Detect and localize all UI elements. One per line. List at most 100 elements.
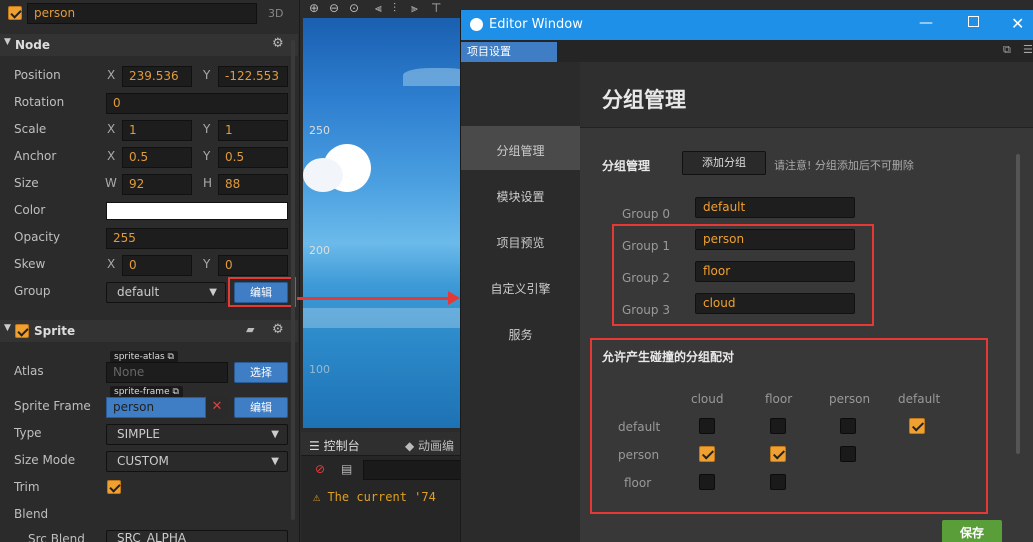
node-section-title: Node: [15, 38, 51, 52]
annotation-arrow: [297, 297, 452, 300]
annotation-arrowhead: [448, 291, 460, 305]
console-log-text: The current '74: [327, 490, 436, 504]
scene-viewport[interactable]: 250 200 100: [303, 18, 461, 428]
gear-icon[interactable]: ⚙: [272, 322, 284, 337]
node-name-input[interactable]: person: [27, 3, 257, 24]
zoom-fit-icon[interactable]: ⊙: [349, 1, 359, 15]
color-swatch[interactable]: [106, 202, 288, 220]
sprite-section-title: Sprite: [34, 324, 76, 338]
console-log-line: ⚠ The current '74: [313, 490, 436, 504]
size-h-input[interactable]: 88: [218, 174, 288, 195]
console-tab-bar: ☰ 控制台 ◆ 动画编: [301, 432, 461, 456]
warning-icon: ⚠: [313, 490, 328, 504]
chevron-down-icon: ▼: [209, 287, 217, 298]
blend-label: Blend: [14, 507, 49, 521]
popout-icon[interactable]: ⧉: [1003, 43, 1011, 57]
scale-x-input[interactable]: 1: [122, 120, 192, 141]
src-blend-select-value: SRC_ALPHA: [117, 531, 187, 542]
position-y-axis: Y: [203, 68, 211, 82]
node-section-header[interactable]: ▼ Node ⚙: [0, 34, 298, 56]
rotation-input[interactable]: 0: [106, 93, 288, 114]
size-w-input[interactable]: 92: [122, 174, 192, 195]
sprite-frame-edit-button[interactable]: 编辑: [234, 397, 288, 418]
group-select[interactable]: default ▼: [106, 282, 226, 303]
skew-x-input[interactable]: 0: [122, 255, 192, 276]
clear-icon[interactable]: ✕: [206, 397, 228, 418]
add-group-button[interactable]: 添加分组: [682, 151, 766, 175]
group-0-input[interactable]: default: [695, 197, 855, 218]
color-label: Color: [14, 203, 46, 217]
console-icon: ☰: [309, 439, 324, 453]
type-select-value: SIMPLE: [117, 427, 161, 441]
editor-window: Editor Window — ✕ 项目设置 ⧉ ☰ 分组管理 模块设置 项目预…: [460, 10, 1033, 542]
position-x-axis: X: [107, 68, 116, 82]
position-label: Position: [14, 68, 61, 82]
trim-checkbox[interactable]: [107, 480, 121, 494]
clear-console-icon[interactable]: ⊘: [315, 462, 325, 476]
size-mode-select[interactable]: CUSTOM ▼: [106, 451, 288, 472]
gear-icon[interactable]: ⚙: [272, 36, 284, 51]
align-top-icon[interactable]: ⊤: [431, 1, 441, 15]
atlas-select-button[interactable]: 选择: [234, 362, 288, 383]
mode-3d-toggle[interactable]: 3D: [268, 7, 283, 20]
node-active-checkbox[interactable]: [8, 6, 22, 20]
atlas-label: Atlas: [14, 364, 44, 378]
anchor-y-input[interactable]: 0.5: [218, 147, 288, 168]
skew-x-axis: X: [107, 257, 116, 271]
position-y-input[interactable]: -122.553: [218, 66, 288, 87]
nav-item-preview[interactable]: 项目预览: [461, 234, 580, 251]
nav-item-modules[interactable]: 模块设置: [461, 188, 580, 205]
sprite-frame-tag-text: sprite-frame: [114, 387, 170, 397]
highlight-box: [612, 224, 874, 326]
log-file-icon[interactable]: ▤: [341, 462, 352, 476]
inspector-scrollbar[interactable]: [291, 40, 295, 520]
zoom-in-icon[interactable]: ⊕: [309, 1, 319, 15]
cloud-part: [303, 158, 343, 192]
sprite-frame-input[interactable]: person: [106, 397, 206, 418]
window-titlebar[interactable]: Editor Window — ✕: [461, 10, 1033, 40]
opacity-input[interactable]: 255: [106, 228, 288, 249]
zoom-out-icon[interactable]: ⊖: [329, 1, 339, 15]
anchor-x-input[interactable]: 0.5: [122, 147, 192, 168]
sprite-enabled-checkbox[interactable]: [15, 324, 29, 338]
maximize-icon[interactable]: [968, 16, 979, 27]
app-logo-icon: [470, 18, 483, 31]
settings-content: 分组管理 分组管理 添加分组 请注意! 分组添加后不可删除 Group 0 de…: [580, 62, 1033, 542]
src-blend-select[interactable]: SRC_ALPHA: [106, 530, 288, 542]
align-right-icon[interactable]: ⫸: [411, 1, 418, 16]
align-center-icon[interactable]: ⫶: [393, 1, 396, 16]
size-mode-label: Size Mode: [14, 453, 76, 467]
console-filter-input[interactable]: [363, 460, 461, 480]
ruler-100: 100: [309, 363, 330, 376]
scale-x-axis: X: [107, 122, 116, 136]
atlas-input[interactable]: None: [106, 362, 228, 383]
skew-y-input[interactable]: 0: [218, 255, 288, 276]
menu-icon[interactable]: ☰: [1023, 43, 1033, 56]
align-left-icon[interactable]: ⫷: [375, 1, 382, 16]
cloud-sprite[interactable]: [303, 140, 373, 194]
type-select[interactable]: SIMPLE ▼: [106, 424, 288, 445]
group-note: 请注意! 分组添加后不可删除: [774, 159, 914, 172]
book-icon[interactable]: ▰: [246, 323, 254, 336]
scale-y-axis: Y: [203, 122, 211, 136]
content-scrollbar[interactable]: [1016, 154, 1020, 454]
nav-item-group-mgmt[interactable]: 分组管理: [461, 142, 580, 159]
link-icon: ⧉: [169, 387, 179, 397]
animation-tab-label: 动画编: [418, 439, 455, 453]
nav-item-services[interactable]: 服务: [461, 326, 580, 343]
tab-project-settings[interactable]: 项目设置: [461, 42, 557, 62]
opacity-label: Opacity: [14, 230, 61, 244]
close-icon[interactable]: ✕: [1011, 14, 1024, 33]
minimize-icon[interactable]: —: [919, 15, 933, 31]
position-x-input[interactable]: 239.536: [122, 66, 192, 87]
group-0-label: Group 0: [622, 207, 670, 221]
size-mode-select-value: CUSTOM: [117, 454, 169, 468]
animation-tab[interactable]: ◆ 动画编: [405, 437, 454, 454]
nav-item-custom-engine[interactable]: 自定义引擎: [461, 280, 580, 297]
scale-label: Scale: [14, 122, 47, 136]
scale-y-input[interactable]: 1: [218, 120, 288, 141]
console-tab[interactable]: ☰ 控制台: [309, 437, 360, 454]
sprite-section-header[interactable]: ▼ Sprite ▰ ⚙: [0, 320, 298, 342]
save-button[interactable]: 保存: [942, 520, 1002, 542]
type-label: Type: [14, 426, 42, 440]
